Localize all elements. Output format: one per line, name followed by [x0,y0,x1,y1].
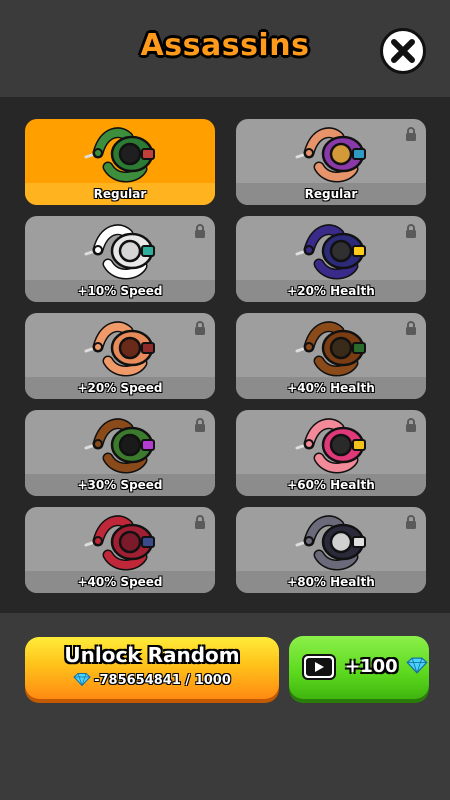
skin-card[interactable]: +10% Speed [25,216,215,302]
lock-icon [406,418,416,432]
lock-icon [406,515,416,529]
skin-card[interactable]: +20% Health [236,216,426,302]
assassin-character-icon [84,515,155,571]
skin-card[interactable]: +40% Speed [25,507,215,593]
assassin-character-icon [295,418,366,474]
video-reward-value: +100 [345,656,398,677]
lock-icon [195,515,205,529]
lock-icon [195,321,205,335]
skin-card-label: +40% Health [236,377,426,399]
skin-card-label: +30% Speed [25,474,215,496]
skin-card[interactable]: +30% Speed [25,410,215,496]
lock-icon [406,321,416,335]
lock-icon [195,418,205,432]
video-reward: +100 [345,656,428,677]
skin-card-label: Regular [236,183,426,205]
skin-card[interactable]: +20% Speed [25,313,215,399]
lock-icon [195,224,205,238]
skin-card-label: +10% Speed [25,280,215,302]
gem-icon [406,657,428,674]
play-video-icon [302,654,336,680]
assassin-character-icon [84,127,155,183]
unlock-random-button[interactable]: Unlock Random -785654841 / 1000 [25,637,279,699]
close-icon [391,39,415,63]
assassin-character-icon [84,418,155,474]
assassin-character-icon [295,224,366,280]
watch-video-button[interactable]: +100 [289,636,429,699]
skin-card[interactable]: Regular [25,119,215,205]
assassin-character-icon [84,321,155,377]
skin-card[interactable]: +80% Health [236,507,426,593]
skin-card-label: Regular [25,183,215,205]
skins-panel: Regular Regular +10% Speed +20% Health +20% … [0,97,450,613]
skin-card[interactable]: Regular [236,119,426,205]
skin-card-label: +80% Health [236,571,426,593]
skin-card-label: +40% Speed [25,571,215,593]
gem-icon [73,673,91,687]
assassin-character-icon [295,321,366,377]
unlock-cost-value: -785654841 / 1000 [94,673,231,688]
close-button[interactable] [380,28,426,74]
skin-card[interactable]: +40% Health [236,313,426,399]
unlock-cost: -785654841 / 1000 [25,673,279,688]
assassin-character-icon [295,127,366,183]
skin-card-label: +20% Speed [25,377,215,399]
header-bar: Assassins [0,0,450,97]
skin-card[interactable]: +60% Health [236,410,426,496]
lock-icon [406,224,416,238]
skin-card-label: +60% Health [236,474,426,496]
assassin-character-icon [295,515,366,571]
assassin-character-icon [84,224,155,280]
unlock-random-label: Unlock Random [64,643,240,667]
skin-card-label: +20% Health [236,280,426,302]
lock-icon [406,127,416,141]
